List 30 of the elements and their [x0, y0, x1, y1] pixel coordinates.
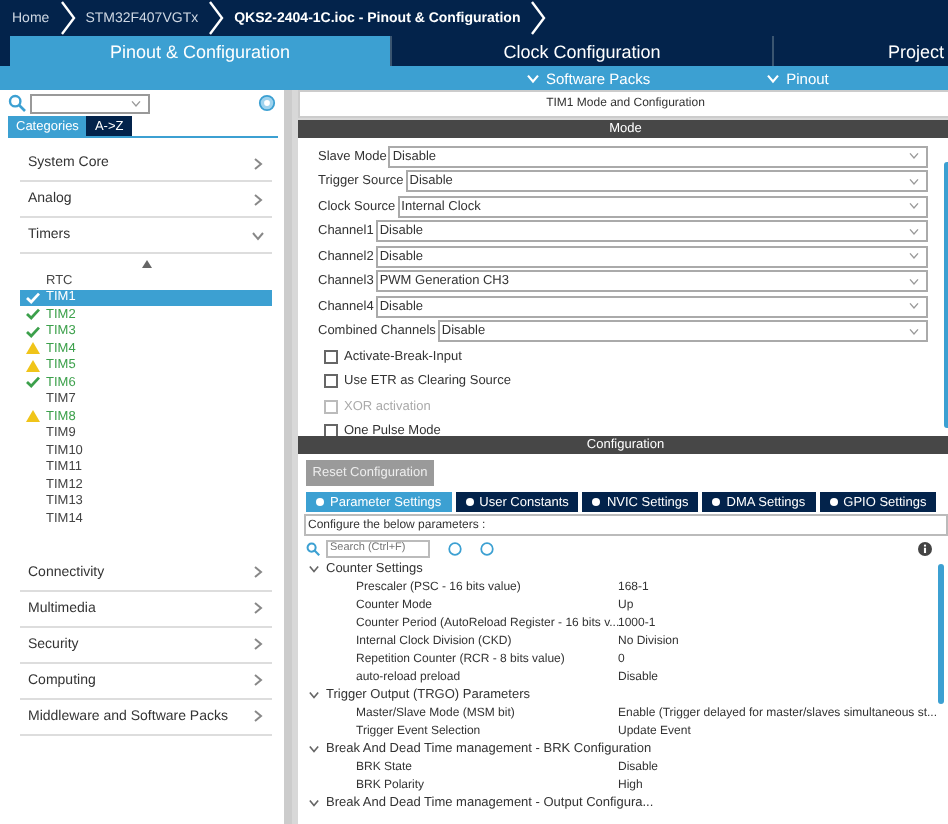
- chevron-down-icon: [907, 277, 920, 286]
- chevron-down-icon: [907, 202, 920, 211]
- chevron-icon: [308, 798, 320, 808]
- chevron-down-icon: [766, 73, 781, 83]
- checkmark-icon: [26, 376, 40, 389]
- chevron-down-icon: [907, 152, 920, 161]
- chevron-down-icon: [907, 252, 920, 261]
- info-icon: [917, 541, 932, 555]
- settings-icon[interactable]: [258, 94, 276, 112]
- chevron-right-icon: [530, 0, 547, 36]
- chevron-down-icon: [907, 302, 920, 311]
- scrollbar[interactable]: [937, 564, 944, 704]
- scrollbar[interactable]: [943, 162, 948, 428]
- next-icon[interactable]: [480, 541, 494, 555]
- chevron-icon: [308, 744, 320, 754]
- chevron-right-icon: [208, 0, 225, 36]
- chevron-icon: [308, 690, 320, 700]
- chevron-down-icon: [907, 227, 920, 236]
- chevron-icon: [308, 564, 320, 574]
- chevron-down-icon: [907, 327, 920, 336]
- sort-arrow-icon: [141, 260, 151, 268]
- search-icon: [8, 94, 26, 112]
- search-icon: [306, 541, 320, 555]
- warning-icon: [26, 410, 40, 423]
- chevron-down-icon: [907, 177, 920, 186]
- chevron-down-icon: [526, 73, 540, 83]
- chevron-down-icon: [130, 99, 142, 107]
- previous-icon[interactable]: [448, 541, 462, 555]
- search-combo[interactable]: [30, 93, 150, 113]
- chevron-right-icon: [59, 0, 76, 36]
